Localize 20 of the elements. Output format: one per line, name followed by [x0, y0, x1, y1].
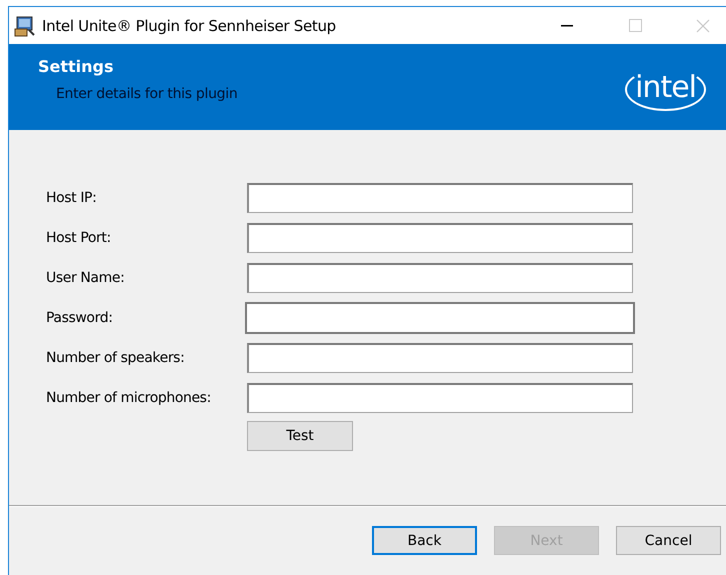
- field-label: Host Port:: [46, 230, 112, 246]
- field-label: Number of microphones:: [46, 390, 212, 406]
- installer-icon: [14, 14, 36, 36]
- banner-title: Settings: [38, 57, 114, 76]
- field-label: Host IP:: [46, 190, 98, 206]
- input-field[interactable]: [247, 183, 633, 213]
- back-button[interactable]: Back: [372, 526, 477, 555]
- test-button[interactable]: Test: [247, 421, 353, 451]
- field-label: User Name:: [46, 270, 126, 286]
- banner-subtitle: Enter details for this plugin: [56, 86, 238, 102]
- field-label: Password:: [46, 310, 114, 326]
- cancel-button[interactable]: Cancel: [616, 526, 721, 555]
- field-label: Number of speakers:: [46, 350, 186, 366]
- input-field[interactable]: [247, 343, 633, 373]
- input-field[interactable]: [247, 383, 633, 413]
- input-field[interactable]: [247, 223, 633, 253]
- input-field[interactable]: [247, 263, 633, 293]
- minimize-icon[interactable]: [561, 24, 573, 26]
- input-field[interactable]: [245, 302, 635, 334]
- window-title: Intel Unite® Plugin for Sennheiser Setup: [42, 16, 337, 34]
